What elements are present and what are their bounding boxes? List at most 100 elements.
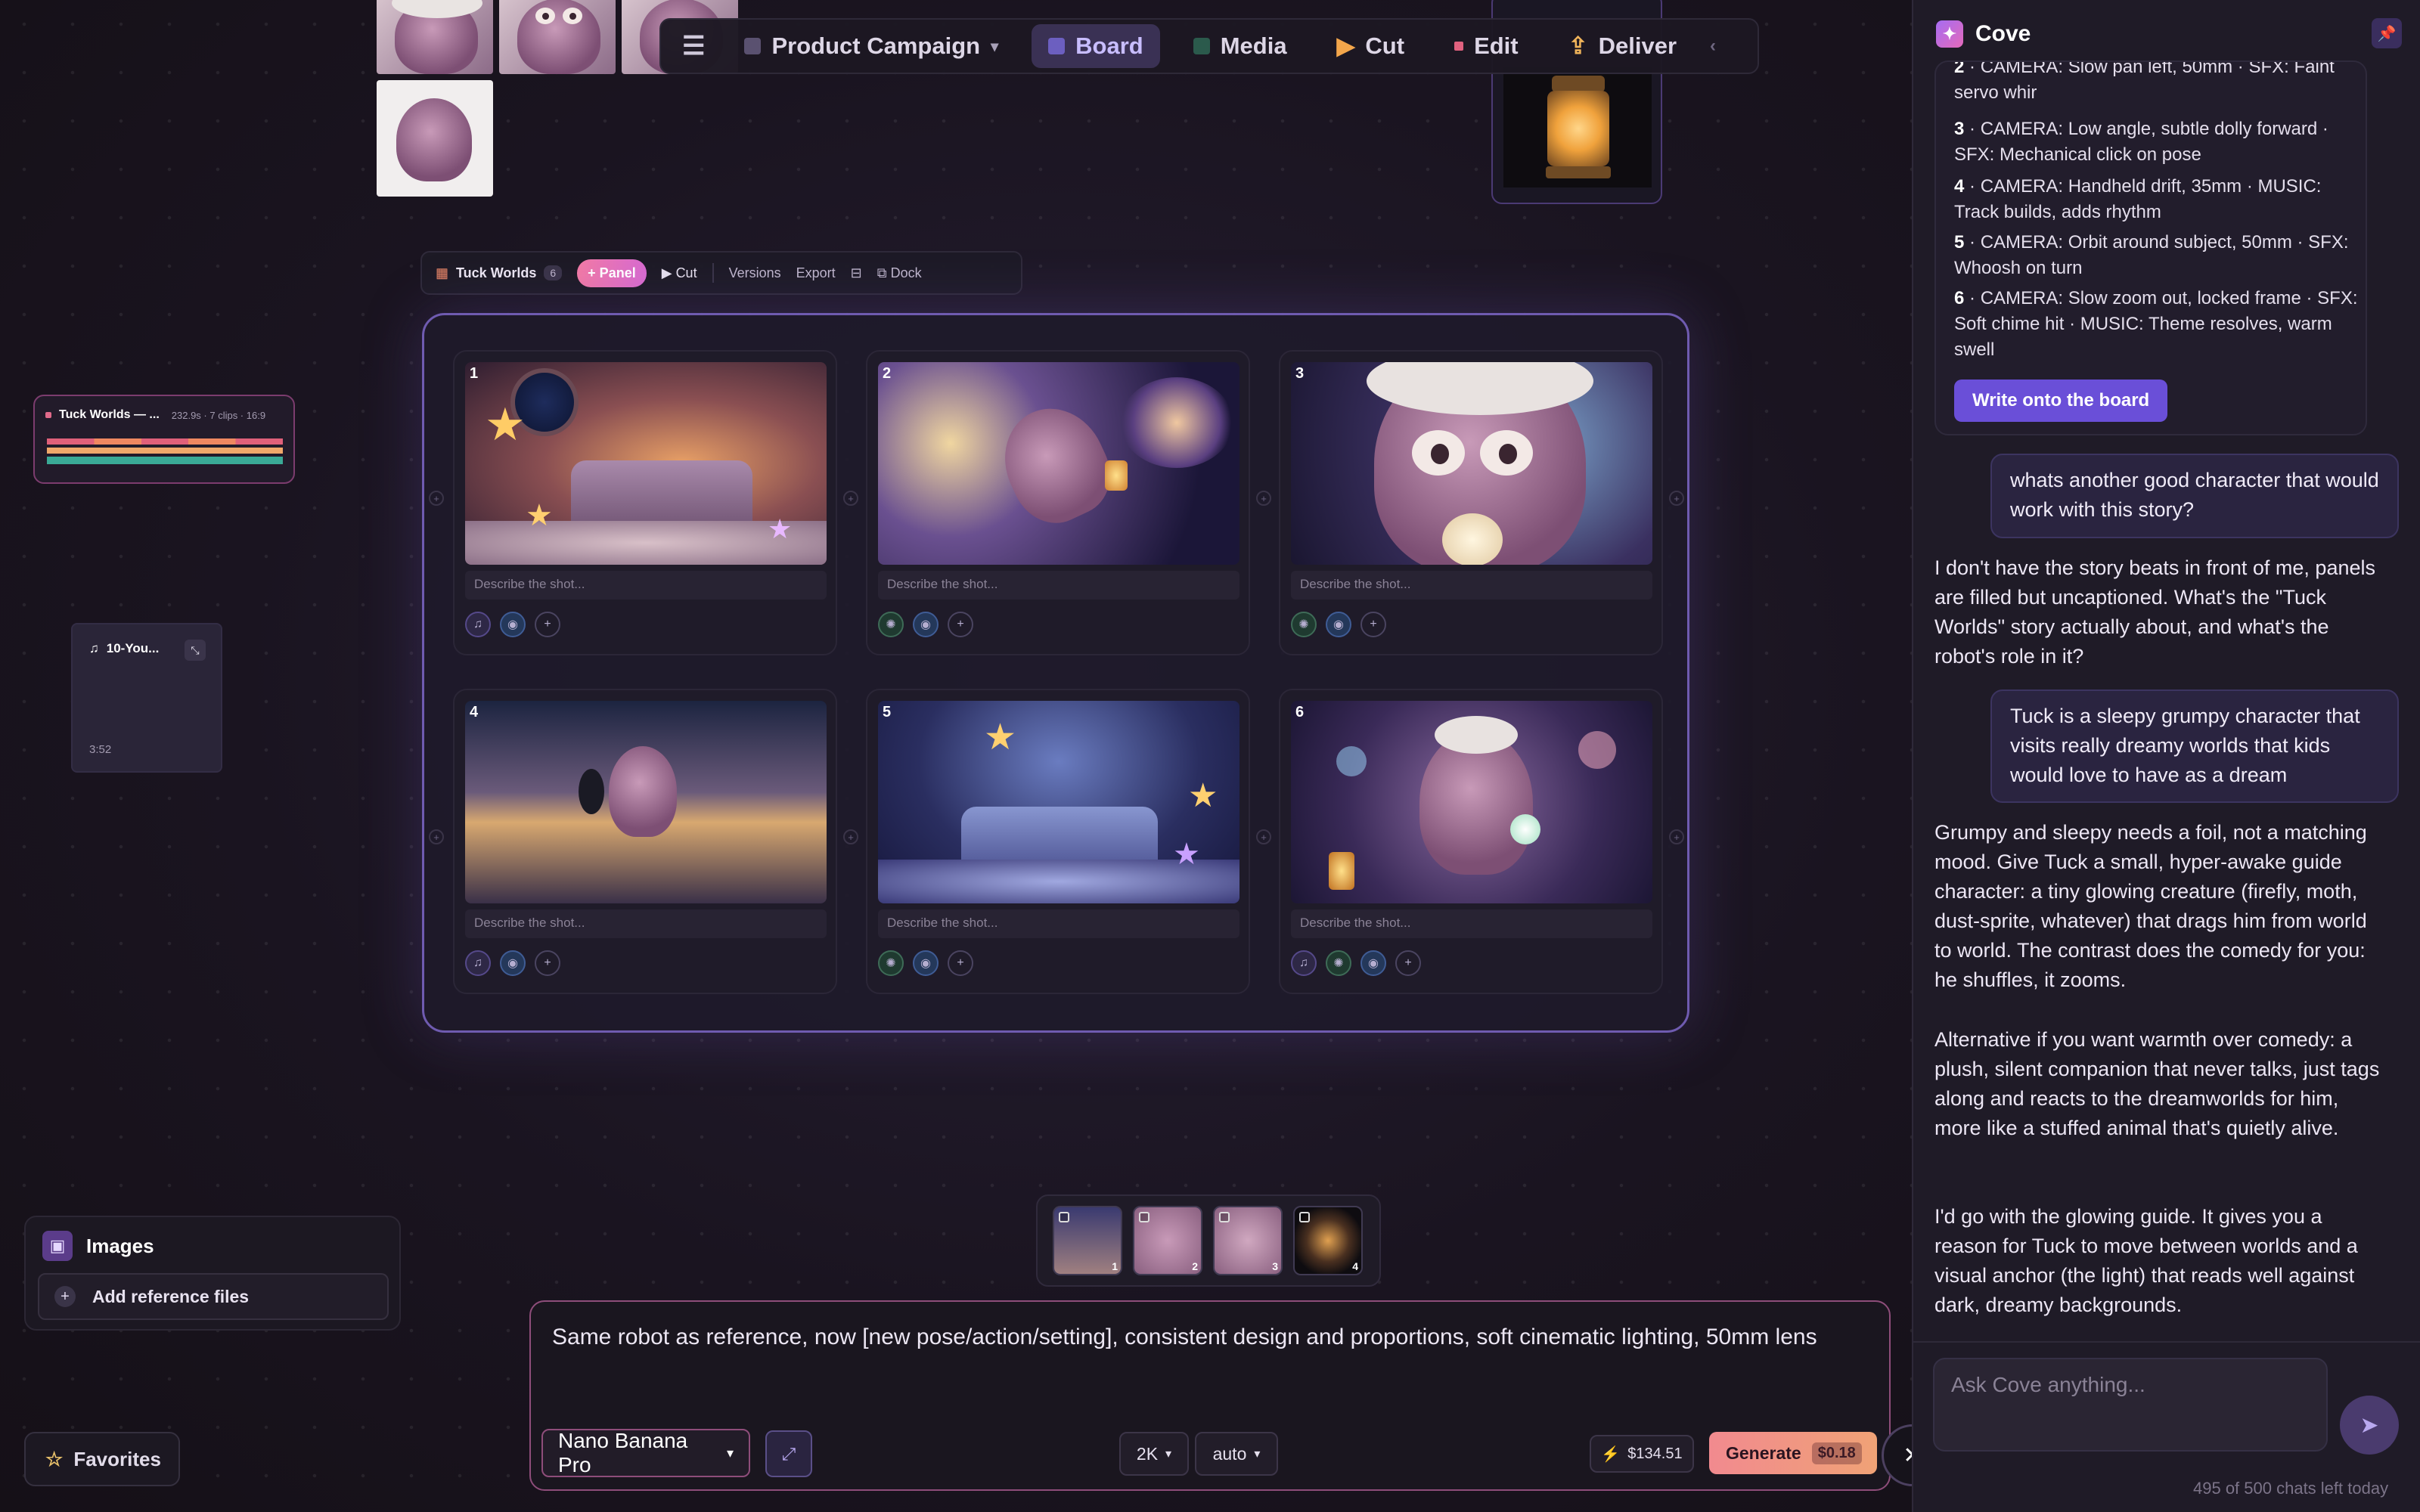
canvas[interactable]: ☰ Product Campaign ▾ Board Media ▶ Cut E… [0,0,1912,1512]
shot-description-input[interactable]: Describe the shot... [878,571,1239,600]
storyboard-panel[interactable]: 3 Describe the shot... ✺ ◉ + [1279,350,1663,655]
tab-board[interactable]: Board [1032,24,1160,68]
checkbox[interactable] [1059,1212,1069,1222]
shot-line: 3 · CAMERA: Low angle, subtle dolly forw… [1954,116,2363,168]
ask-cove-input[interactable]: Ask Cove anything... [1933,1358,2328,1452]
send-button[interactable]: ➤ [2340,1396,2399,1455]
layout-icon[interactable]: ⊟ [851,265,862,281]
panel-image[interactable]: 5 ★ ★ ★ [878,701,1239,903]
insert-panel-icon[interactable]: + [843,829,858,844]
music-icon[interactable]: ♫ [465,950,491,976]
tab-deliver[interactable]: ⇪ Deliver [1552,24,1693,68]
add-icon[interactable]: + [948,612,973,637]
insert-panel-icon[interactable]: + [843,491,858,506]
storyboard-panel[interactable]: 5 ★ ★ ★ Describe the shot... ✺ ◉ + [866,689,1250,994]
timeline-card[interactable]: Tuck Worlds — ... 232.9s · 7 clips · 16:… [33,395,295,484]
panel-image[interactable]: 3 [1291,362,1652,565]
insert-panel-icon[interactable]: + [1669,491,1684,506]
tab-media[interactable]: Media [1177,24,1304,68]
tab-deliver-label: Deliver [1598,33,1677,59]
selected-reference[interactable]: 2 [1133,1206,1202,1275]
checkbox[interactable] [1139,1212,1150,1222]
camera-icon[interactable]: ◉ [913,612,939,637]
insert-panel-icon[interactable]: + [1256,491,1271,506]
collapse-chevron-icon[interactable]: ‹ [1710,36,1716,57]
add-icon[interactable]: + [535,950,560,976]
sound-effect-icon[interactable]: ✺ [1326,950,1351,976]
add-icon[interactable]: + [1395,950,1421,976]
prompt-input[interactable]: Same robot as reference, now [new pose/a… [552,1325,1817,1350]
music-icon[interactable]: ♫ [465,612,491,637]
edit-icon [1454,42,1464,51]
project-name: Product Campaign [771,33,981,59]
checkbox[interactable] [1219,1212,1230,1222]
expand-icon[interactable]: ⤡ [185,640,206,661]
cut-button[interactable]: ▶ Cut [662,265,697,281]
camera-icon[interactable]: ◉ [1360,950,1386,976]
camera-icon[interactable]: ◉ [1326,612,1351,637]
camera-icon[interactable]: ◉ [500,950,526,976]
generate-button[interactable]: Generate $0.18 [1709,1432,1877,1474]
camera-icon[interactable]: ◉ [913,950,939,976]
music-icon[interactable]: ♫ [1291,950,1317,976]
shot-description-input[interactable]: Describe the shot... [1291,571,1652,600]
storyboard-panel[interactable]: 6 Describe the shot... ♫ ✺ ◉ + [1279,689,1663,994]
add-icon[interactable]: + [535,612,560,637]
shot-number: 3 [1954,119,1965,139]
expand-prompt-button[interactable]: ⤢ [765,1430,812,1477]
board-icon [1048,38,1066,54]
checkbox[interactable] [1299,1212,1310,1222]
insert-panel-icon[interactable]: + [1669,829,1684,844]
export-button[interactable]: Export [796,265,836,281]
tab-edit[interactable]: Edit [1438,24,1535,68]
storyboard-panel[interactable]: 2 Describe the shot... ✺ ◉ + [866,350,1250,655]
add-panel-button[interactable]: + Panel [577,259,647,287]
sound-effect-icon[interactable]: ✺ [878,612,904,637]
panel-image[interactable]: 2 [878,362,1239,565]
write-onto-board-button[interactable]: Write onto the board [1954,380,2168,422]
shot-description-input[interactable]: Describe the shot... [465,909,827,938]
storyboard-panel[interactable]: 4 Describe the shot... ♫ ◉ + [453,689,837,994]
insert-panel-icon[interactable]: + [429,491,444,506]
resolution-select[interactable]: 2K ▾ [1119,1432,1189,1476]
audio-clip-card[interactable]: ♫ 10-You... ⤡ 3:52 [71,623,222,773]
versions-button[interactable]: Versions [729,265,781,281]
add-icon[interactable]: + [948,950,973,976]
add-icon[interactable]: + [1360,612,1386,637]
insert-panel-icon[interactable]: + [1256,829,1271,844]
sound-effect-icon[interactable]: ✺ [1291,612,1317,637]
pin-icon[interactable]: 📌 [2372,18,2402,48]
shot-line: 2 · CAMERA: Slow pan left, 50mm · SFX: F… [1954,62,2363,106]
plus-icon: + [54,1286,76,1307]
reference-thumbnail[interactable] [377,80,493,197]
reference-thumbnail[interactable] [499,0,616,74]
selected-reference[interactable]: 3 [1213,1206,1283,1275]
lightning-icon: ⚡ [1601,1445,1621,1463]
shot-description-input[interactable]: Describe the shot... [878,909,1239,938]
cove-title: Cove [1975,21,2031,46]
selected-reference[interactable]: 1 [1053,1206,1122,1275]
selected-reference[interactable]: 4 [1293,1206,1363,1275]
panel-image[interactable]: 1 ★ ★ ★ [465,362,827,565]
tab-cut[interactable]: ▶ Cut [1320,24,1422,68]
board-name[interactable]: Tuck Worlds [456,265,536,281]
storyboard-panel[interactable]: 1 ★ ★ ★ Describe the shot... ♫ ◉ + [453,350,837,655]
timeline-icon [45,412,51,418]
shot-number: 5 [1954,232,1965,253]
panel-image[interactable]: 6 [1291,701,1652,903]
camera-icon[interactable]: ◉ [500,612,526,637]
reference-thumbnail[interactable] [377,0,493,74]
menu-icon[interactable]: ☰ [676,31,711,61]
add-reference-files-button[interactable]: + Add reference files [38,1273,389,1320]
dock-button[interactable]: ⧉ Dock [877,265,922,281]
aspect-select[interactable]: auto ▾ [1195,1432,1278,1476]
project-switcher[interactable]: Product Campaign ▾ [728,24,1015,68]
user-message: whats another good character that would … [1990,454,2399,538]
sound-effect-icon[interactable]: ✺ [878,950,904,976]
favorites-button[interactable]: ☆ Favorites [24,1432,180,1486]
shot-description-input[interactable]: Describe the shot... [1291,909,1652,938]
shot-description-input[interactable]: Describe the shot... [465,571,827,600]
model-select[interactable]: Nano Banana Pro ▾ [541,1429,750,1477]
insert-panel-icon[interactable]: + [429,829,444,844]
panel-image[interactable]: 4 [465,701,827,903]
